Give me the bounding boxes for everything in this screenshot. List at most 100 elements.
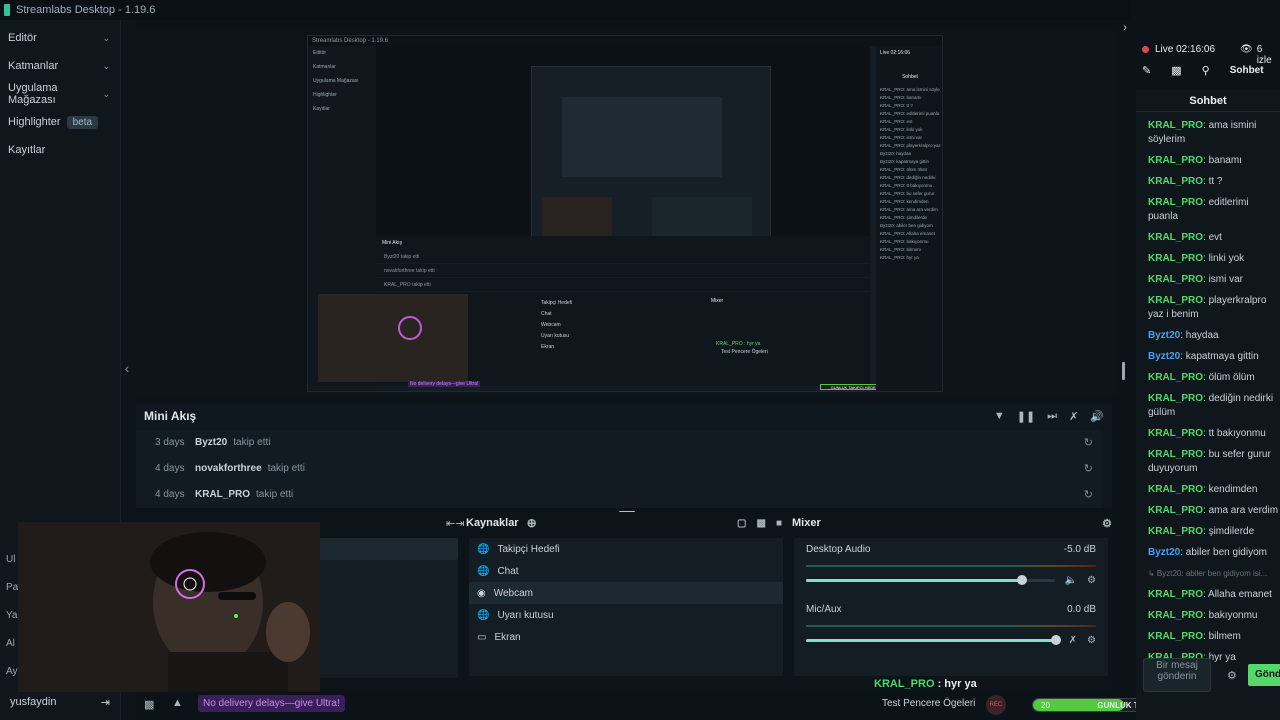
sidebar-item-recordings[interactable]: Kayıtlar [0, 136, 120, 164]
source-item[interactable]: 🌐 Chat [469, 560, 783, 582]
tab-sohbet[interactable]: Sohbet [1230, 65, 1264, 76]
sidebar-partial-item[interactable]: Ya [6, 602, 18, 630]
send-button[interactable]: Gönd [1248, 664, 1280, 686]
sidebar-partial-item[interactable]: Ul [6, 546, 18, 574]
chat-username[interactable]: KRAL_PRO [1148, 372, 1203, 383]
source-item[interactable]: 🌐 Uyarı kutusu [469, 604, 783, 626]
test-widgets-label[interactable]: Test Pencere Ögeleri [882, 698, 975, 709]
chat-username[interactable]: KRAL_PRO [1148, 176, 1203, 187]
chat-username[interactable]: Byzt20 [1148, 351, 1180, 362]
volume-slider[interactable] [806, 635, 1061, 645]
inner-chat-msg: KRAL_PRO: dediğin nedirki [880, 175, 936, 180]
chat-username[interactable]: KRAL_PRO [1148, 253, 1203, 264]
volume-knob[interactable] [1016, 575, 1027, 585]
chat-username[interactable]: KRAL_PRO [1148, 610, 1203, 621]
chat-username[interactable]: KRAL_PRO [1148, 274, 1203, 285]
chevron-down-icon: ⌄ [102, 88, 110, 99]
chat-message: KRAL_PRO: bakıyonmu [1136, 609, 1280, 623]
chat-text: : abiler ben gidiyom [1180, 547, 1267, 558]
monitor-icon: ▭ [477, 631, 487, 643]
folder-icon[interactable]: ■ [776, 518, 782, 529]
record-button[interactable]: REC [986, 695, 1006, 715]
sidebar-partial-item[interactable]: Al [6, 630, 18, 658]
pause-icon[interactable]: ❚❚ [1017, 410, 1035, 423]
sidebar-partial-item[interactable]: Ay [6, 658, 18, 686]
stats-icon[interactable]: ▩ [144, 698, 154, 711]
gear-icon[interactable]: ⚙ [1087, 575, 1096, 586]
chat-username[interactable]: KRAL_PRO [1148, 428, 1203, 439]
add-source-icon[interactable]: ⊕ [527, 516, 537, 530]
gear-icon[interactable]: ⚙ [1102, 517, 1112, 530]
mute-alerts-icon[interactable]: ✗ [1069, 410, 1078, 423]
chat-input[interactable]: Bir mesaj gönderin [1143, 658, 1211, 692]
preview-scroll-handle[interactable] [1122, 362, 1125, 380]
chat-message: KRAL_PRO: tt ? [1136, 175, 1280, 189]
collapse-left-icon[interactable]: ‹ [120, 360, 134, 376]
alert-icon[interactable]: ▲ [172, 697, 183, 709]
chat-username[interactable]: KRAL_PRO [1148, 155, 1203, 166]
skip-icon[interactable]: ⏭ [1047, 410, 1057, 423]
group-icon[interactable]: ▩ [757, 518, 766, 529]
event-time: 4 days [155, 489, 185, 500]
event-action: takip etti [256, 489, 294, 500]
screen-icon[interactable]: ▢ [737, 518, 746, 529]
replay-icon[interactable]: ↻ [1084, 436, 1093, 449]
chat-settings-icon[interactable]: ⚙ [1227, 669, 1237, 682]
chat-text: : haydaa [1180, 330, 1219, 341]
chat-message: Byzt20: haydaa [1136, 329, 1280, 343]
logout-icon[interactable]: ⇥ [101, 696, 110, 709]
inner-chat-msg: KRAL_PRO: bilmem [880, 247, 922, 252]
chat-username[interactable]: KRAL_PRO [1148, 505, 1203, 516]
chat-username[interactable]: KRAL_PRO [1148, 589, 1203, 600]
source-label: Webcam [493, 587, 534, 599]
chat-username[interactable]: KRAL_PRO [1148, 449, 1203, 460]
chat-layout-icon[interactable]: ▩ [1171, 64, 1181, 77]
speaker-icon[interactable]: 🔈 [1065, 575, 1077, 586]
volume-slider[interactable] [806, 575, 1055, 585]
pencil-icon[interactable]: ✎ [1142, 64, 1151, 77]
sidebar-item-editor[interactable]: Editör ⌄ [0, 24, 120, 52]
inner-chat-msg: KRAL_PRO: şimdilerde [880, 215, 928, 220]
sidebar-item-highlighter[interactable]: Highlighter beta [0, 108, 120, 136]
chat-username[interactable]: KRAL_PRO [1148, 484, 1203, 495]
sidebar-item-app-store[interactable]: Uygulama Mağazası ⌄ [0, 80, 120, 108]
sidebar-item-layers[interactable]: Katmanlar ⌄ [0, 52, 120, 80]
user-row[interactable]: yusfaydin ⇥ [0, 690, 120, 714]
inner-source: Webcam [541, 322, 561, 328]
inner-chat-msg: KRAL_PRO: kendimden [880, 199, 929, 204]
chat-text: : banamı [1203, 155, 1242, 166]
inner-chat-msg: KRAL_PRO: evt [880, 119, 913, 124]
source-item[interactable]: ▭ Ekran [469, 626, 783, 648]
gear-icon[interactable]: ⚙ [1087, 635, 1096, 646]
scene-row-selected[interactable] [316, 538, 458, 560]
chat-message: KRAL_PRO: Allaha emanet [1136, 588, 1280, 602]
replay-icon[interactable]: ↻ [1084, 462, 1093, 475]
chat-username[interactable]: KRAL_PRO [1148, 197, 1203, 208]
event-time: 3 days [155, 437, 185, 448]
chat-username[interactable]: KRAL_PRO [1148, 393, 1203, 404]
chat-username[interactable]: Byzt20 [1148, 330, 1180, 341]
track-name: Mic/Aux [806, 604, 842, 615]
sidebar-partial-item[interactable]: Pa [6, 574, 18, 602]
chat-username[interactable]: KRAL_PRO [1148, 120, 1203, 131]
replay-icon[interactable]: ↻ [1084, 488, 1093, 501]
share-icon[interactable]: ⚲ [1202, 64, 1210, 77]
collapse-panel-icon[interactable]: ⇤⇥ [446, 517, 464, 530]
inner-chat-msg: KRAL_PRO: tt bakıyonmu [880, 183, 933, 188]
volume-knob[interactable] [1050, 635, 1061, 645]
volume-icon[interactable]: 🔊 [1090, 410, 1104, 423]
source-item[interactable]: 🌐 Takipçi Hedefi [469, 538, 783, 560]
chat-username[interactable]: KRAL_PRO [1148, 295, 1203, 306]
inner-source: Ekran [541, 344, 555, 350]
chevron-right-icon[interactable]: › [1118, 20, 1132, 40]
ultra-promo[interactable]: No delivery delays—give Ultra! [198, 695, 345, 712]
source-item[interactable]: ◉ Webcam [469, 582, 783, 604]
chat-username[interactable]: KRAL_PRO [1148, 232, 1203, 243]
inner-ultra: No delivery delays—give Ultra! [408, 381, 481, 387]
chat-username[interactable]: KRAL_PRO [1148, 631, 1203, 642]
chat-username[interactable]: Byzt20 [1148, 547, 1180, 558]
mic-muted-icon[interactable]: ✗ [1069, 635, 1077, 646]
inner-chat-msg: KRAL_PRO: tt ? [880, 103, 913, 108]
filter-icon[interactable]: ▼ [994, 410, 1005, 423]
chat-username[interactable]: KRAL_PRO [1148, 526, 1203, 537]
